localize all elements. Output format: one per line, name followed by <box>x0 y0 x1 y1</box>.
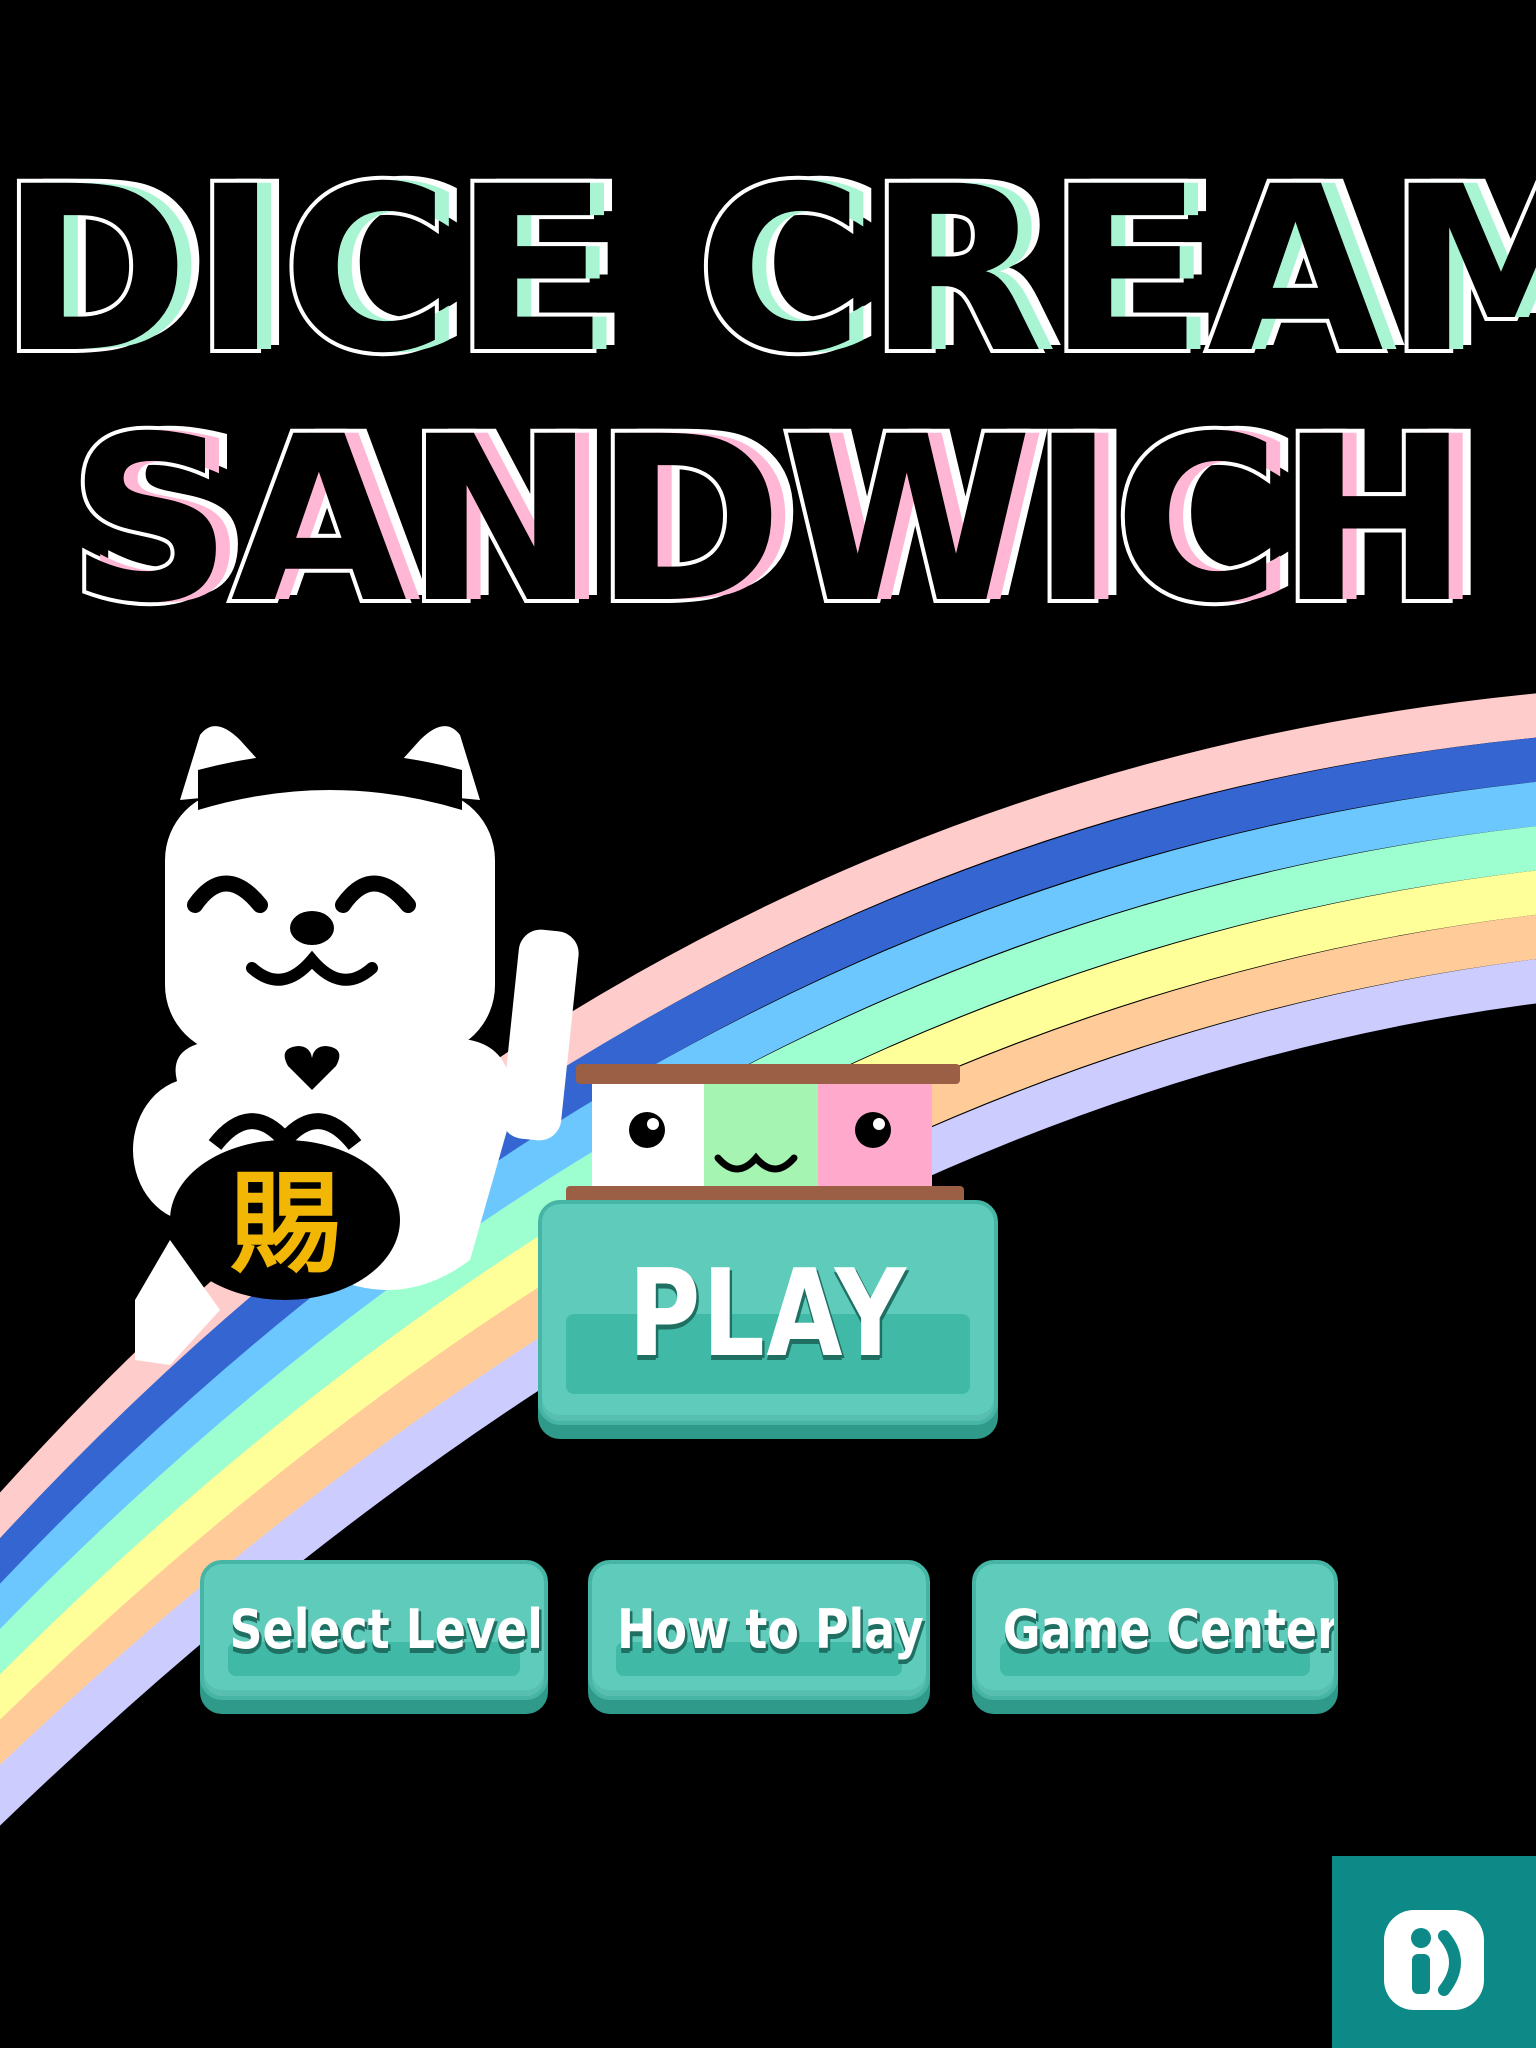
ice-cream-sandwich-icon <box>566 1064 964 1208</box>
info-icon <box>1384 1910 1484 2010</box>
play-button-label: PLAY <box>628 1245 908 1384</box>
game-center-label: Game Center <box>1002 1598 1338 1661</box>
title-line-2: SANDWICH <box>64 387 1473 653</box>
game-menu-screen: 賜 DICE CREAM SANDWICH PLAY Select Level <box>0 0 1536 2048</box>
title-line-1: DICE CREAM <box>0 137 1536 403</box>
coin-glyph: 賜 <box>230 1160 340 1288</box>
select-level-label: Select Level <box>229 1598 543 1661</box>
info-badge[interactable] <box>1332 1856 1536 2048</box>
how-to-play-button[interactable]: How to Play <box>588 1560 930 1700</box>
game-center-button[interactable]: Game Center <box>972 1560 1338 1700</box>
select-level-button[interactable]: Select Level <box>200 1560 548 1700</box>
how-to-play-label: How to Play <box>617 1598 924 1661</box>
play-button[interactable]: PLAY <box>538 1200 998 1425</box>
